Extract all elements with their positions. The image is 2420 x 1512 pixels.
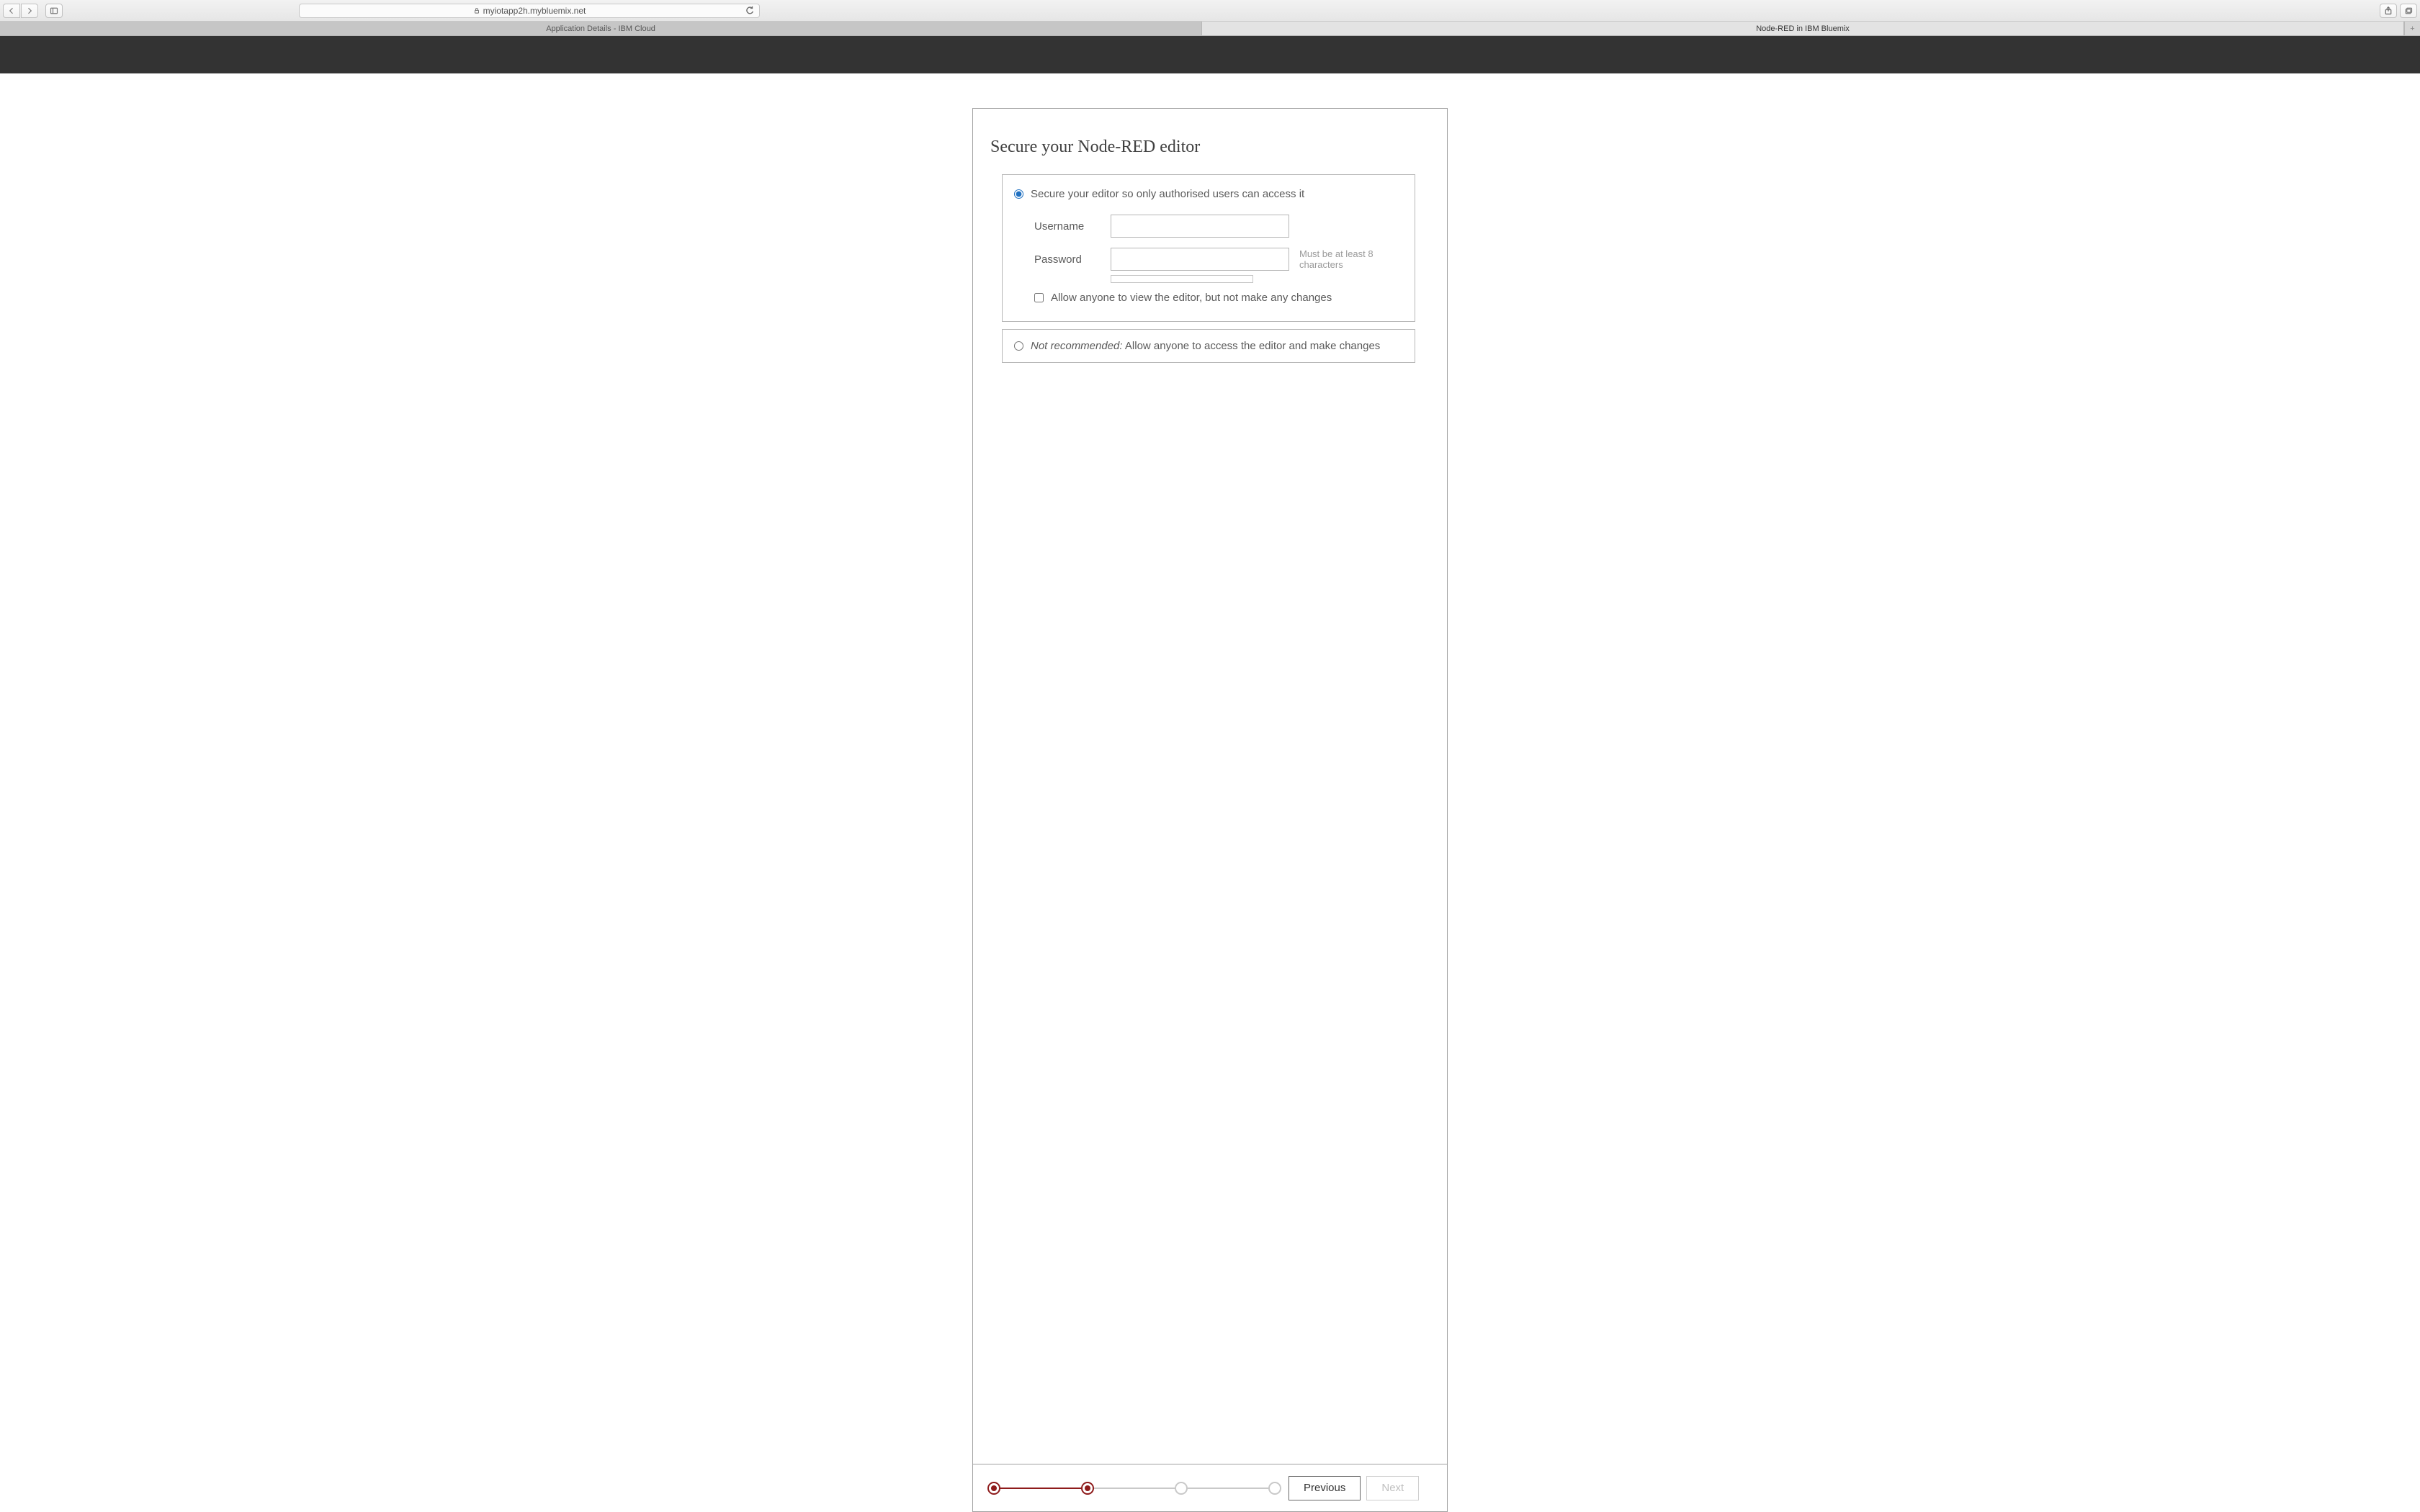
back-button[interactable] bbox=[3, 4, 20, 18]
option-open-prefix: Not recommended: bbox=[1031, 340, 1123, 352]
wizard-footer: Previous Next bbox=[973, 1464, 1447, 1511]
password-label: Password bbox=[1034, 253, 1106, 266]
wizard-body: Secure your Node-RED editor Secure your … bbox=[973, 109, 1447, 1464]
nav-buttons bbox=[3, 4, 38, 18]
option-secure-label: Secure your editor so only authorised us… bbox=[1031, 188, 1304, 200]
tab-node-red[interactable]: Node-RED in IBM Bluemix bbox=[1202, 22, 2404, 35]
share-button[interactable] bbox=[2380, 4, 2397, 18]
chevron-right-icon bbox=[25, 6, 34, 15]
wizard-stepper bbox=[987, 1481, 1283, 1495]
page-content: Secure your Node-RED editor Secure your … bbox=[0, 73, 2420, 1512]
option-open-radiorow[interactable]: Not recommended: Allow anyone to access … bbox=[1014, 340, 1403, 352]
new-tab-button[interactable]: + bbox=[2404, 22, 2420, 35]
app-header-band bbox=[0, 36, 2420, 73]
username-input[interactable] bbox=[1111, 215, 1289, 238]
wizard-title: Secure your Node-RED editor bbox=[990, 138, 1430, 157]
wizard-panel: Secure your Node-RED editor Secure your … bbox=[972, 108, 1448, 1512]
username-label: Username bbox=[1034, 220, 1106, 233]
step-dot-1 bbox=[987, 1482, 1000, 1495]
next-button[interactable]: Next bbox=[1366, 1476, 1419, 1500]
stepper-progress bbox=[994, 1488, 1088, 1489]
option-secure-box: Secure your editor so only authorised us… bbox=[1002, 174, 1415, 322]
sidebar-icon bbox=[50, 6, 58, 15]
password-strength-meter bbox=[1111, 275, 1253, 283]
tab-bar: Application Details - IBM Cloud Node-RED… bbox=[0, 22, 2420, 36]
step-dot-3 bbox=[1175, 1482, 1188, 1495]
previous-button[interactable]: Previous bbox=[1289, 1476, 1361, 1500]
reload-button[interactable] bbox=[745, 6, 755, 18]
tabs-overview-button[interactable] bbox=[2400, 4, 2417, 18]
address-bar[interactable]: myiotapp2h.mybluemix.net bbox=[299, 4, 760, 18]
sidebar-toggle-button[interactable] bbox=[45, 4, 63, 18]
tab-label: Application Details - IBM Cloud bbox=[546, 24, 655, 33]
option-secure-radiorow[interactable]: Secure your editor so only authorised us… bbox=[1014, 188, 1403, 200]
step-dot-2 bbox=[1081, 1482, 1094, 1495]
password-hint: Must be at least 8 characters bbox=[1294, 248, 1403, 270]
option-secure-radio[interactable] bbox=[1014, 189, 1023, 199]
tab-application-details[interactable]: Application Details - IBM Cloud bbox=[0, 22, 1202, 35]
plus-icon: + bbox=[2410, 24, 2414, 33]
allow-readonly-checkbox[interactable] bbox=[1034, 293, 1044, 302]
tabs-icon bbox=[2404, 6, 2413, 15]
chevron-left-icon bbox=[7, 6, 16, 15]
option-open-radio[interactable] bbox=[1014, 341, 1023, 351]
lock-icon bbox=[473, 7, 480, 14]
option-open-box: Not recommended: Allow anyone to access … bbox=[1002, 329, 1415, 363]
allow-readonly-label: Allow anyone to view the editor, but not… bbox=[1051, 292, 1332, 304]
tab-label: Node-RED in IBM Bluemix bbox=[1756, 24, 1850, 33]
password-input[interactable] bbox=[1111, 248, 1289, 271]
forward-button[interactable] bbox=[21, 4, 38, 18]
share-icon bbox=[2384, 6, 2393, 15]
allow-readonly-row[interactable]: Allow anyone to view the editor, but not… bbox=[1034, 292, 1403, 304]
reload-icon bbox=[745, 6, 755, 16]
step-dot-4 bbox=[1268, 1482, 1281, 1495]
credentials-form: Username Password Must be at least 8 cha… bbox=[1034, 215, 1403, 283]
url-host: myiotapp2h.mybluemix.net bbox=[483, 6, 586, 16]
option-open-label: Allow anyone to access the editor and ma… bbox=[1123, 340, 1381, 352]
option-open-text: Not recommended: Allow anyone to access … bbox=[1031, 340, 1380, 352]
toolbar-right-buttons bbox=[2380, 4, 2417, 18]
browser-toolbar: myiotapp2h.mybluemix.net bbox=[0, 0, 2420, 22]
